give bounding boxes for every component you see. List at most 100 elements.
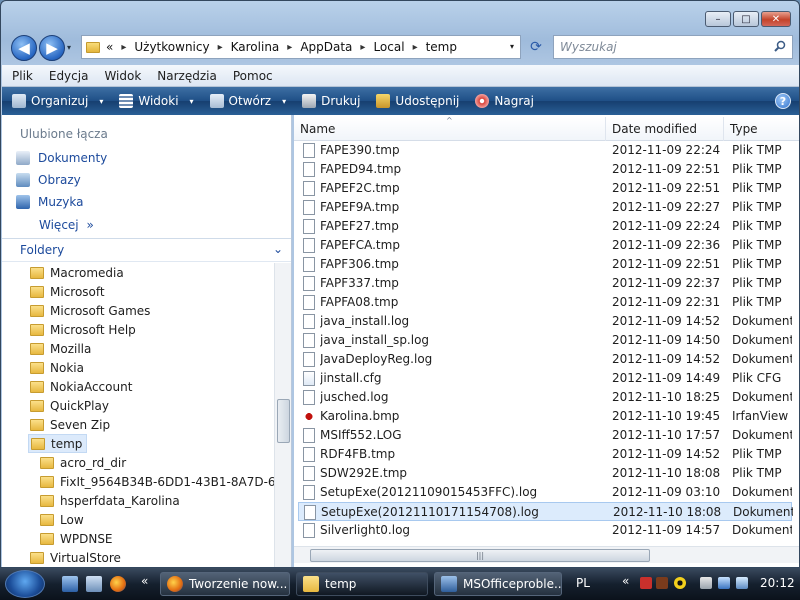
tree-item[interactable]: VirtualStore: [30, 548, 121, 567]
recent-pages-dropdown[interactable]: ▾: [67, 43, 71, 52]
tree-item[interactable]: Microsoft Help: [30, 320, 136, 339]
tree-item[interactable]: Microsoft Games: [30, 301, 150, 320]
search-input[interactable]: Wyszukaj: [553, 35, 793, 59]
open-button[interactable]: Otwórz ▾: [209, 94, 286, 108]
show-desktop-icon[interactable]: [62, 576, 78, 592]
minimize-button[interactable]: –: [705, 11, 731, 27]
address-dropdown[interactable]: ▾: [510, 42, 514, 51]
help-icon[interactable]: ?: [775, 93, 791, 109]
tree-item[interactable]: acro_rd_dir: [40, 453, 126, 472]
file-row[interactable]: MSIff552.LOG 2012-11-10 17:57 Dokument: [298, 426, 792, 445]
file-row[interactable]: java_install_sp.log 2012-11-09 14:50 Dokum…: [298, 331, 792, 350]
crumb-separator-icon[interactable]: ▸: [218, 42, 223, 53]
menu-narzedzia[interactable]: Narzędzia: [157, 69, 217, 83]
firefox-icon[interactable]: [110, 576, 126, 592]
views-button[interactable]: Widoki ▾: [119, 94, 194, 108]
file-row[interactable]: FAPEFCA.tmp 2012-11-09 22:36 Plik TMP: [298, 236, 792, 255]
more-links[interactable]: Więcej »: [39, 218, 94, 232]
file-row[interactable]: FAPF306.tmp 2012-11-09 22:51 Plik TMP: [298, 255, 792, 274]
switch-windows-icon[interactable]: [86, 576, 102, 592]
burn-button[interactable]: Nagraj: [475, 94, 534, 108]
quicklaunch-overflow[interactable]: «: [141, 574, 148, 588]
tree-item[interactable]: hsperfdata_Karolina: [40, 491, 180, 510]
tray-overflow[interactable]: «: [622, 574, 629, 588]
file-row[interactable]: jusched.log 2012-11-10 18:25 Dokument: [298, 388, 792, 407]
tree-item[interactable]: NokiaAccount: [30, 377, 132, 396]
start-button[interactable]: [5, 570, 45, 598]
back-button[interactable]: ◀: [11, 35, 37, 61]
tree-item[interactable]: Microsoft: [30, 282, 105, 301]
file-row[interactable]: FAPF337.tmp 2012-11-09 22:37 Plik TMP: [298, 274, 792, 293]
file-row[interactable]: JavaDeployReg.log 2012-11-09 14:52 Dokumen…: [298, 350, 792, 369]
file-row[interactable]: jinstall.cfg 2012-11-09 14:49 Plik CFG: [298, 369, 792, 388]
crumb-separator-icon[interactable]: ▸: [360, 42, 365, 53]
clock[interactable]: 20:12: [760, 576, 795, 590]
volume-icon[interactable]: [736, 577, 748, 589]
file-row[interactable]: SDW292E.tmp 2012-11-10 18:08 Plik TMP: [298, 464, 792, 483]
tree-item[interactable]: Macromedia: [30, 263, 124, 282]
refresh-button[interactable]: ⟳: [525, 35, 547, 59]
forward-button[interactable]: ▶: [39, 35, 65, 61]
menu-widok[interactable]: Widok: [104, 69, 141, 83]
search-icon[interactable]: [774, 40, 786, 52]
address-bar[interactable]: « ▸ Użytkownicy ▸ Karolina ▸ AppData ▸ L…: [81, 35, 521, 59]
task-msoffice[interactable]: MSOfficeproble...: [434, 572, 562, 596]
crumb-local[interactable]: Local: [373, 40, 404, 54]
file-row[interactable]: SetupExe(20121109015453FFC).log 2012-11-0…: [298, 483, 792, 502]
folders-header[interactable]: Foldery ⌄: [2, 238, 291, 262]
file-list-hscrollbar[interactable]: |||: [294, 546, 799, 563]
tree-item[interactable]: FixIt_9564B34B-6DD1-43B1-8A7D-6E0015: [40, 472, 274, 491]
organize-button[interactable]: Organizuj ▾: [12, 94, 103, 108]
menu-edycja[interactable]: Edycja: [49, 69, 89, 83]
network-icon[interactable]: [718, 577, 730, 589]
chevron-down-icon[interactable]: ⌄: [273, 242, 283, 256]
file-row[interactable]: Karolina.bmp 2012-11-10 19:45 IrfanView: [298, 407, 792, 426]
safely-remove-icon[interactable]: [700, 577, 712, 589]
tree-item[interactable]: QuickPlay: [30, 396, 109, 415]
file-row[interactable]: FAPFA08.tmp 2012-11-09 22:31 Plik TMP: [298, 293, 792, 312]
file-row[interactable]: FAPEF9A.tmp 2012-11-09 22:27 Plik TMP: [298, 198, 792, 217]
column-type[interactable]: Type: [724, 117, 799, 141]
favorite-muzyka[interactable]: Muzyka: [16, 195, 83, 209]
file-row[interactable]: java_install.log 2012-11-09 14:52 Dokument: [298, 312, 792, 331]
favorite-dokumenty[interactable]: Dokumenty: [16, 151, 107, 165]
share-button[interactable]: Udostępnij: [376, 94, 459, 108]
print-button[interactable]: Drukuj: [302, 94, 360, 108]
file-row[interactable]: FAPE390.tmp 2012-11-09 22:24 Plik TMP: [298, 141, 792, 160]
maximize-button[interactable]: □: [733, 11, 759, 27]
crumb-uzytkownicy[interactable]: Użytkownicy: [134, 40, 209, 54]
tree-item[interactable]: Nokia: [30, 358, 84, 377]
crumb-appdata[interactable]: AppData: [300, 40, 352, 54]
crumb-temp[interactable]: temp: [426, 40, 457, 54]
language-indicator[interactable]: PL: [576, 576, 590, 590]
task-explorer-temp[interactable]: temp: [296, 572, 428, 596]
crumb-separator-icon[interactable]: ▸: [287, 42, 292, 53]
tree-item[interactable]: Mozilla: [30, 339, 91, 358]
tree-scroll-thumb[interactable]: [277, 399, 290, 443]
file-row[interactable]: Silverlight0.log 2012-11-09 14:57 Dokument: [298, 521, 792, 540]
file-row[interactable]: FAPEF2C.tmp 2012-11-09 22:51 Plik TMP: [298, 179, 792, 198]
file-row-selected[interactable]: SetupExe(20121110171154708).log 2012-11-1…: [298, 502, 793, 521]
favorite-obrazy[interactable]: Obrazy: [16, 173, 81, 187]
tree-scrollbar[interactable]: [274, 263, 291, 567]
address-overflow[interactable]: «: [106, 40, 113, 54]
crumb-separator-icon[interactable]: ▸: [121, 42, 126, 53]
column-date[interactable]: Date modified: [606, 117, 724, 141]
tray-app-icon[interactable]: [640, 577, 652, 589]
menu-pomoc[interactable]: Pomoc: [233, 69, 273, 83]
hscroll-thumb[interactable]: |||: [310, 549, 650, 562]
tree-item[interactable]: Seven Zip: [30, 415, 110, 434]
tree-item-selected[interactable]: temp: [28, 434, 88, 453]
tree-item[interactable]: Low: [40, 510, 84, 529]
crumb-karolina[interactable]: Karolina: [231, 40, 280, 54]
file-row[interactable]: RDF4FB.tmp 2012-11-09 14:52 Plik TMP: [298, 445, 792, 464]
close-button[interactable]: ✕: [761, 11, 791, 27]
menu-plik[interactable]: Plik: [12, 69, 33, 83]
task-firefox[interactable]: Tworzenie now...: [160, 572, 290, 596]
tray-app-icon[interactable]: [656, 577, 668, 589]
crumb-separator-icon[interactable]: ▸: [413, 42, 418, 53]
file-row[interactable]: FAPEF27.tmp 2012-11-09 22:24 Plik TMP: [298, 217, 792, 236]
radiation-icon[interactable]: [674, 577, 686, 589]
file-row[interactable]: FAPED94.tmp 2012-11-09 22:51 Plik TMP: [298, 160, 792, 179]
tree-item[interactable]: WPDNSE: [40, 529, 113, 548]
